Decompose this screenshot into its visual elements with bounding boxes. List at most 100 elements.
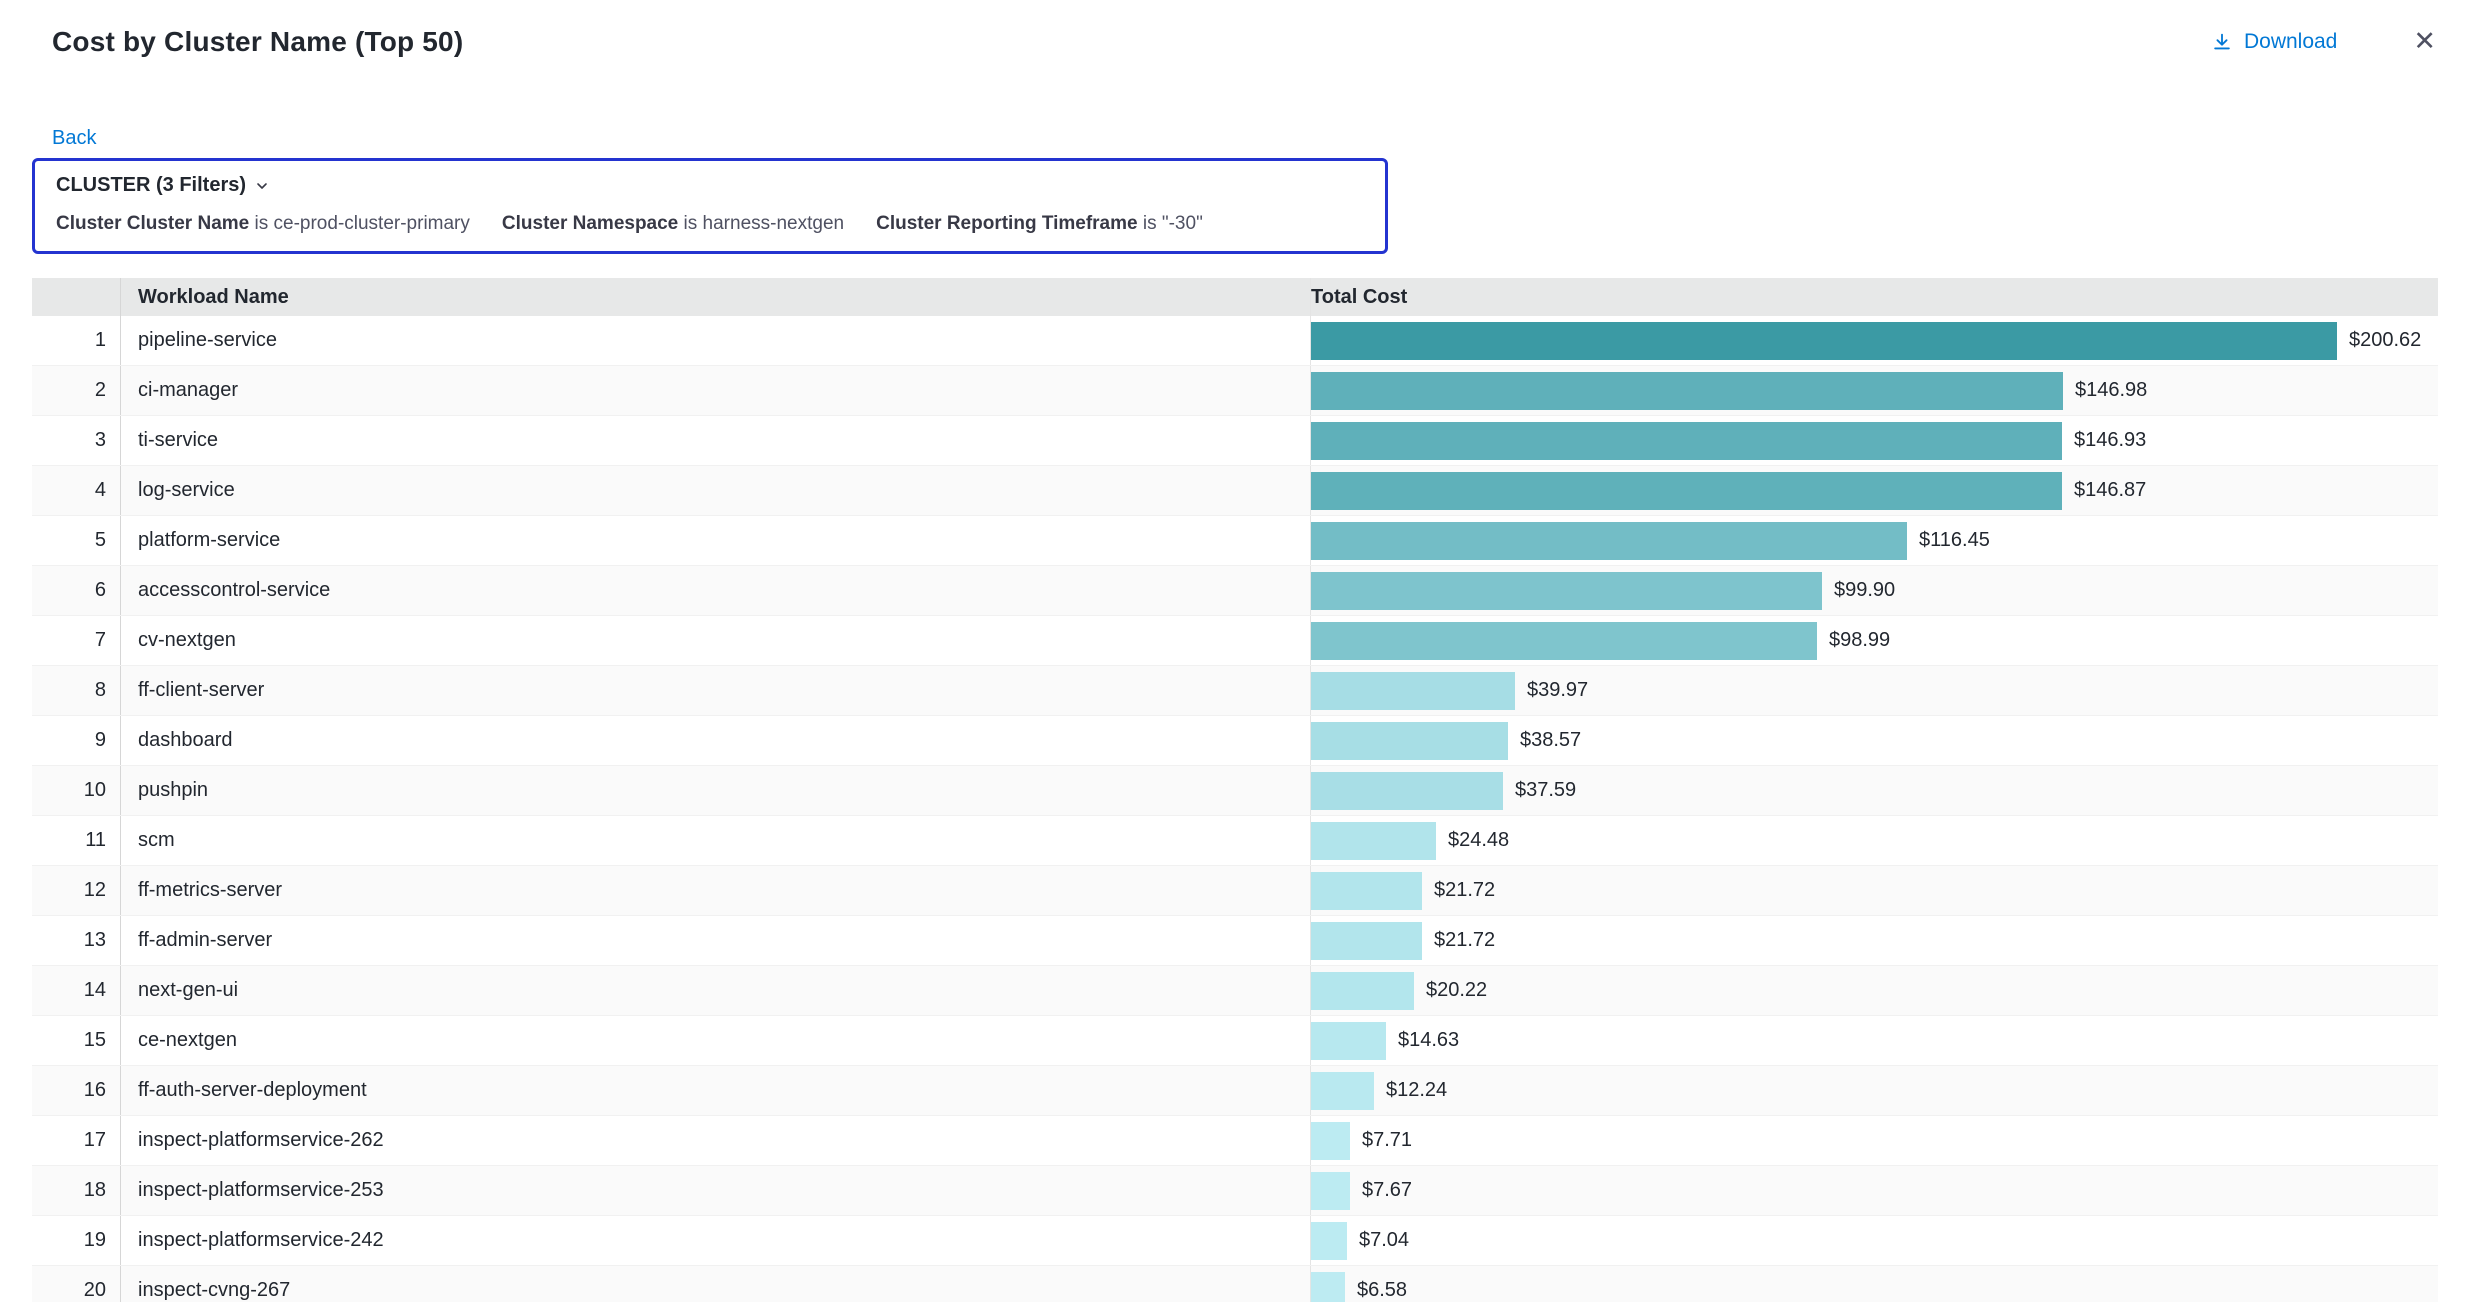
cost-bar bbox=[1311, 1272, 1345, 1302]
cost-value: $146.87 bbox=[2074, 479, 2146, 502]
table-row[interactable]: 18 inspect-platformservice-253 $7.67 bbox=[32, 1166, 2438, 1216]
cost-cell: $146.87 bbox=[1310, 466, 2438, 515]
row-rank: 20 bbox=[32, 1266, 121, 1302]
cost-bar bbox=[1311, 422, 2062, 460]
cost-value: $21.72 bbox=[1434, 929, 1495, 952]
table-row[interactable]: 8 ff-client-server $39.97 bbox=[32, 666, 2438, 716]
download-button[interactable]: Download bbox=[2211, 30, 2337, 54]
cost-bar bbox=[1311, 472, 2062, 510]
row-rank: 12 bbox=[32, 866, 121, 915]
cost-bar bbox=[1311, 372, 2063, 410]
cost-value: $7.71 bbox=[1362, 1129, 1412, 1152]
table-row[interactable]: 1 pipeline-service $200.62 bbox=[32, 316, 2438, 366]
close-icon[interactable]: ✕ bbox=[2409, 24, 2440, 59]
filter-condition[interactable]: Cluster Cluster Name is ce-prod-cluster-… bbox=[56, 213, 470, 235]
cost-bar bbox=[1311, 322, 2337, 360]
cost-bar bbox=[1311, 1122, 1350, 1160]
cost-cell: $6.58 bbox=[1310, 1266, 2438, 1302]
table-row[interactable]: 19 inspect-platformservice-242 $7.04 bbox=[32, 1216, 2438, 1266]
back-link[interactable]: Back bbox=[52, 127, 96, 150]
table-row[interactable]: 7 cv-nextgen $98.99 bbox=[32, 616, 2438, 666]
table-row[interactable]: 14 next-gen-ui $20.22 bbox=[32, 966, 2438, 1016]
workload-name: ti-service bbox=[121, 416, 1310, 465]
download-label: Download bbox=[2244, 30, 2337, 54]
rank-column-header bbox=[32, 278, 121, 316]
cost-bar bbox=[1311, 972, 1414, 1010]
cost-cell: $21.72 bbox=[1310, 866, 2438, 915]
filter-condition[interactable]: Cluster Namespace is harness-nextgen bbox=[502, 213, 844, 235]
workload-name: inspect-platformservice-262 bbox=[121, 1116, 1310, 1165]
cost-value: $14.63 bbox=[1398, 1029, 1459, 1052]
filter-value: "-30" bbox=[1162, 213, 1203, 234]
table-row[interactable]: 6 accesscontrol-service $99.90 bbox=[32, 566, 2438, 616]
table-row[interactable]: 3 ti-service $146.93 bbox=[32, 416, 2438, 466]
filter-field: Cluster Namespace bbox=[502, 213, 678, 234]
workload-name: next-gen-ui bbox=[121, 966, 1310, 1015]
filter-condition[interactable]: Cluster Reporting Timeframe is "-30" bbox=[876, 213, 1203, 235]
workload-name: inspect-platformservice-253 bbox=[121, 1166, 1310, 1215]
table-row[interactable]: 10 pushpin $37.59 bbox=[32, 766, 2438, 816]
cost-value: $39.97 bbox=[1527, 679, 1588, 702]
cost-value: $21.72 bbox=[1434, 879, 1495, 902]
filter-group-toggle[interactable]: CLUSTER (3 Filters) bbox=[56, 174, 270, 197]
row-rank: 19 bbox=[32, 1216, 121, 1265]
cost-cell: $98.99 bbox=[1310, 616, 2438, 665]
table-row[interactable]: 16 ff-auth-server-deployment $12.24 bbox=[32, 1066, 2438, 1116]
cost-cell: $14.63 bbox=[1310, 1016, 2438, 1065]
cost-cell: $39.97 bbox=[1310, 666, 2438, 715]
row-rank: 1 bbox=[32, 316, 121, 365]
filter-list: Cluster Cluster Name is ce-prod-cluster-… bbox=[56, 213, 1363, 235]
total-cost-column-header[interactable]: Total Cost bbox=[1310, 278, 2438, 316]
row-rank: 3 bbox=[32, 416, 121, 465]
table-row[interactable]: 13 ff-admin-server $21.72 bbox=[32, 916, 2438, 966]
cost-bar bbox=[1311, 622, 1817, 660]
filter-panel: CLUSTER (3 Filters) Cluster Cluster Name… bbox=[32, 158, 1388, 254]
cost-value: $200.62 bbox=[2349, 329, 2421, 352]
cost-bar bbox=[1311, 772, 1503, 810]
header-actions: Download ✕ bbox=[2211, 24, 2440, 59]
cost-bar bbox=[1311, 922, 1422, 960]
cost-cell: $38.57 bbox=[1310, 716, 2438, 765]
workload-name-column-header[interactable]: Workload Name bbox=[121, 278, 1310, 316]
cost-value: $146.98 bbox=[2075, 379, 2147, 402]
cost-value: $12.24 bbox=[1386, 1079, 1447, 1102]
cost-cell: $24.48 bbox=[1310, 816, 2438, 865]
table-body: 1 pipeline-service $200.62 2 ci-manager … bbox=[32, 316, 2438, 1302]
cost-cell: $7.67 bbox=[1310, 1166, 2438, 1215]
table-row[interactable]: 12 ff-metrics-server $21.72 bbox=[32, 866, 2438, 916]
table-row[interactable]: 2 ci-manager $146.98 bbox=[32, 366, 2438, 416]
cost-value: $38.57 bbox=[1520, 729, 1581, 752]
cost-value: $146.93 bbox=[2074, 429, 2146, 452]
cost-value: $7.04 bbox=[1359, 1229, 1409, 1252]
cost-bar bbox=[1311, 822, 1436, 860]
workload-name: inspect-platformservice-242 bbox=[121, 1216, 1310, 1265]
workload-name: log-service bbox=[121, 466, 1310, 515]
table-row[interactable]: 11 scm $24.48 bbox=[32, 816, 2438, 866]
cost-drilldown-page: Cost by Cluster Name (Top 50) Download ✕… bbox=[0, 0, 2470, 1302]
cost-value: $99.90 bbox=[1834, 579, 1895, 602]
workload-name: platform-service bbox=[121, 516, 1310, 565]
workload-name: ff-metrics-server bbox=[121, 866, 1310, 915]
cost-cell: $99.90 bbox=[1310, 566, 2438, 615]
table-row[interactable]: 15 ce-nextgen $14.63 bbox=[32, 1016, 2438, 1066]
table-row[interactable]: 9 dashboard $38.57 bbox=[32, 716, 2438, 766]
workload-name: scm bbox=[121, 816, 1310, 865]
row-rank: 15 bbox=[32, 1016, 121, 1065]
table-row[interactable]: 20 inspect-cvng-267 $6.58 bbox=[32, 1266, 2438, 1302]
workload-name: ff-auth-server-deployment bbox=[121, 1066, 1310, 1115]
filter-operator: is bbox=[1143, 213, 1162, 234]
row-rank: 18 bbox=[32, 1166, 121, 1215]
row-rank: 13 bbox=[32, 916, 121, 965]
table-row[interactable]: 17 inspect-platformservice-262 $7.71 bbox=[32, 1116, 2438, 1166]
cost-bar bbox=[1311, 722, 1508, 760]
filter-field: Cluster Cluster Name bbox=[56, 213, 249, 234]
row-rank: 11 bbox=[32, 816, 121, 865]
workload-name: pushpin bbox=[121, 766, 1310, 815]
table-row[interactable]: 5 platform-service $116.45 bbox=[32, 516, 2438, 566]
workload-name: inspect-cvng-267 bbox=[121, 1266, 1310, 1302]
workload-name: ce-nextgen bbox=[121, 1016, 1310, 1065]
row-rank: 16 bbox=[32, 1066, 121, 1115]
download-icon bbox=[2211, 31, 2233, 53]
cost-cell: $200.62 bbox=[1310, 316, 2438, 365]
table-row[interactable]: 4 log-service $146.87 bbox=[32, 466, 2438, 516]
